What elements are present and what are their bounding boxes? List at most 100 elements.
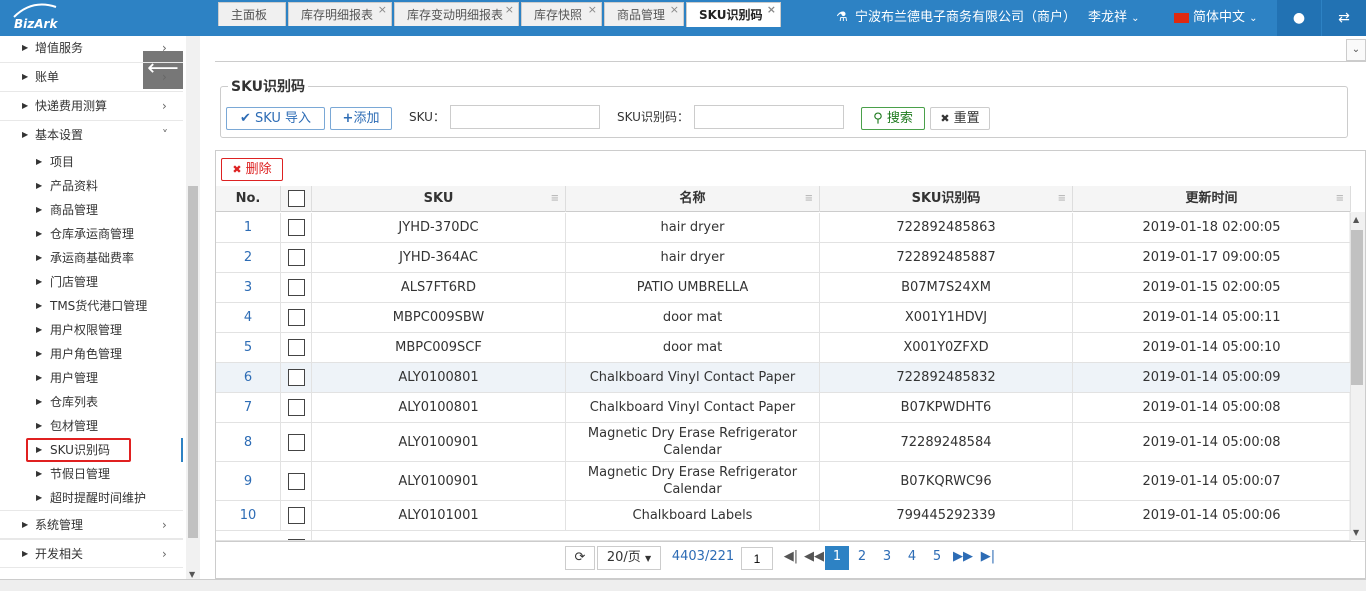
row-checkbox-cell[interactable]: [281, 213, 312, 242]
search-button[interactable]: ⚲ 搜索: [861, 107, 925, 130]
table-row[interactable]: 7 ALY0100801 Chalkboard Vinyl Contact Pape…: [216, 393, 1351, 423]
sidebar-subitem-11[interactable]: ▶ 包材管理: [0, 414, 183, 438]
add-button[interactable]: +添加: [330, 107, 392, 130]
tab-1[interactable]: 库存明细报表 ×: [288, 2, 392, 26]
page-2-button[interactable]: 2: [850, 546, 874, 570]
sidebar-subitem-0[interactable]: ▶ 项目: [0, 150, 183, 174]
row-checkbox-cell[interactable]: [281, 501, 312, 530]
row-checkbox[interactable]: [287, 279, 305, 296]
delete-button[interactable]: ✖ 删除: [221, 158, 283, 181]
switch-icon[interactable]: ⇄: [1322, 0, 1366, 36]
sidebar-item-1[interactable]: ▶ 账单 ›: [0, 63, 183, 92]
page-size-select[interactable]: 20/页 ▼: [597, 546, 661, 570]
tab-4[interactable]: 商品管理 ×: [604, 2, 684, 26]
row-checkbox-cell[interactable]: [281, 363, 312, 392]
row-checkbox[interactable]: [287, 369, 305, 386]
close-tab-icon[interactable]: ×: [588, 0, 597, 22]
sidebar-subitem-2[interactable]: ▶ 商品管理: [0, 198, 183, 222]
column-header-1[interactable]: [281, 186, 312, 212]
row-checkbox-cell[interactable]: [281, 531, 312, 540]
table-row[interactable]: 6 ALY0100801 Chalkboard Vinyl Contact Pape…: [216, 363, 1351, 393]
sku-input[interactable]: [450, 105, 600, 129]
column-menu-icon[interactable]: ≡: [1336, 186, 1344, 212]
sidebar-subitem-8[interactable]: ▶ 用户角色管理: [0, 342, 183, 366]
column-header-2[interactable]: SKU ≡: [312, 186, 566, 212]
tab-5[interactable]: SKU识别码 ×: [686, 2, 781, 27]
sidebar-subitem-10[interactable]: ▶ 仓库列表: [0, 390, 183, 414]
column-menu-icon[interactable]: ≡: [1058, 186, 1066, 212]
page-5-button[interactable]: 5: [925, 546, 949, 570]
table-row[interactable]: 8 ALY0100901 Magnetic Dry Erase Refrigerat…: [216, 423, 1351, 462]
sidebar-subitem-3[interactable]: ▶ 仓库承运商管理: [0, 222, 183, 246]
row-checkbox[interactable]: [287, 472, 305, 490]
close-tab-icon[interactable]: ×: [378, 0, 387, 22]
last-page-icon[interactable]: ▶|: [978, 546, 998, 570]
tab-menu-button[interactable]: ⌄: [1346, 39, 1366, 61]
table-row[interactable]: 10 ALY0101001 Chalkboard Labels 79944529233…: [216, 501, 1351, 531]
sidebar-subitem-4[interactable]: ▶ 承运商基础费率: [0, 246, 183, 270]
grid-scroll-thumb[interactable]: [1351, 230, 1363, 385]
sidebar-item-bottom-1[interactable]: ▶ 开发相关 ›: [0, 539, 183, 568]
language-menu[interactable]: 简体中文 ⌄: [1174, 0, 1258, 36]
sidebar-subitem-12[interactable]: ▶ SKU识别码: [0, 438, 183, 462]
table-row[interactable]: 3 ALS7FT6RD PATIO UMBRELLA B07M7S24XM 2019-0…: [216, 273, 1351, 303]
next-page-icon[interactable]: ▶▶: [952, 546, 974, 570]
row-checkbox[interactable]: [287, 507, 305, 524]
sidebar-subitem-6[interactable]: ▶ TMS货代港口管理: [0, 294, 183, 318]
scroll-up-icon[interactable]: ▲: [1353, 215, 1359, 224]
sku-import-button[interactable]: ✔ SKU 导入: [226, 107, 325, 130]
logo[interactable]: BizArk: [8, 3, 68, 33]
reset-button[interactable]: ✖ 重置: [930, 107, 990, 130]
sidebar-item-bottom-0[interactable]: ▶ 系统管理 ›: [0, 510, 183, 539]
sidebar-subitem-5[interactable]: ▶ 门店管理: [0, 270, 183, 294]
row-checkbox-cell[interactable]: [281, 393, 312, 422]
column-header-3[interactable]: 名称 ≡: [566, 186, 820, 212]
refresh-icon[interactable]: ⟳: [565, 546, 595, 570]
user-menu[interactable]: 李龙祥 ⌄: [1088, 0, 1140, 36]
row-checkbox[interactable]: [287, 339, 305, 356]
select-all-checkbox[interactable]: [287, 190, 305, 207]
page-4-button[interactable]: 4: [900, 546, 924, 570]
column-header-5[interactable]: 更新时间 ≡: [1073, 186, 1351, 212]
row-checkbox[interactable]: [287, 249, 305, 266]
row-checkbox-cell[interactable]: [281, 273, 312, 302]
row-checkbox[interactable]: [287, 433, 305, 451]
tab-0[interactable]: 主面板: [218, 2, 286, 26]
table-row[interactable]: 9 ALY0100901 Magnetic Dry Erase Refrigerat…: [216, 462, 1351, 501]
table-row[interactable]: 4 MBPC009SBW door mat X001Y1HDVJ 2019-01-14 …: [216, 303, 1351, 333]
sidebar-subitem-13[interactable]: ▶ 节假日管理: [0, 462, 183, 486]
sidebar-subitem-7[interactable]: ▶ 用户权限管理: [0, 318, 183, 342]
sidebar-subitem-14[interactable]: ▶ 超时提醒时间维护: [0, 486, 183, 510]
row-checkbox-cell[interactable]: [281, 303, 312, 332]
bell-icon[interactable]: ●: [1277, 0, 1321, 36]
row-checkbox[interactable]: [287, 219, 305, 236]
table-row[interactable]: 1 JYHD-370DC hair dryer 722892485863 2019-01…: [216, 213, 1351, 243]
column-menu-icon[interactable]: ≡: [551, 186, 559, 212]
row-checkbox-cell[interactable]: [281, 243, 312, 272]
sidebar-item-3[interactable]: ▶ 基本设置 ˅: [0, 121, 183, 150]
page-1-button[interactable]: 1: [825, 546, 849, 570]
scroll-down-icon[interactable]: ▼: [1353, 528, 1359, 537]
company-name[interactable]: 宁波布兰德电子商务有限公司（商户）: [855, 0, 1076, 36]
row-checkbox-cell[interactable]: [281, 423, 312, 461]
first-page-icon[interactable]: ◀|: [782, 546, 800, 570]
tab-2[interactable]: 库存变动明细报表 ×: [394, 2, 519, 26]
sidebar-item-2[interactable]: ▶ 快递费用测算 ›: [0, 92, 183, 121]
sidebar-item-0[interactable]: ▶ 增值服务 ›: [0, 34, 183, 63]
row-checkbox[interactable]: [287, 399, 305, 416]
row-checkbox[interactable]: [287, 309, 305, 326]
row-checkbox[interactable]: [287, 539, 305, 540]
page-input[interactable]: [741, 547, 773, 570]
column-header-4[interactable]: SKU识别码 ≡: [820, 186, 1073, 212]
column-menu-icon[interactable]: ≡: [805, 186, 813, 212]
table-row[interactable]: 2 JYHD-364AC hair dryer 722892485887 2019-01…: [216, 243, 1351, 273]
close-tab-icon[interactable]: ×: [767, 0, 776, 22]
sidebar-scroll-thumb[interactable]: [188, 186, 198, 538]
prev-page-icon[interactable]: ◀◀: [804, 546, 824, 570]
tab-3[interactable]: 库存快照 ×: [521, 2, 602, 26]
row-checkbox-cell[interactable]: [281, 333, 312, 362]
close-tab-icon[interactable]: ×: [505, 0, 514, 22]
row-checkbox-cell[interactable]: [281, 462, 312, 500]
close-tab-icon[interactable]: ×: [670, 0, 679, 22]
scroll-down-icon[interactable]: ▼: [189, 570, 195, 579]
